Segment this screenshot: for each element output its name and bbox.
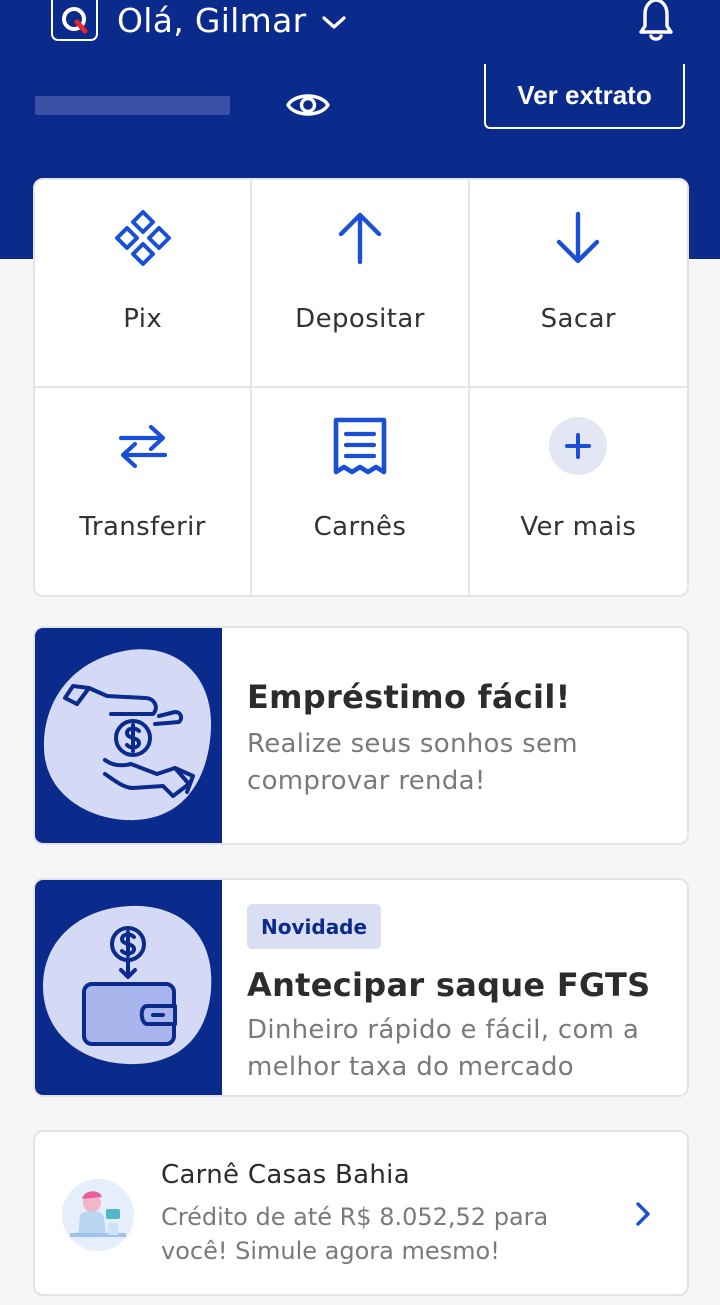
- carne-offer-card[interactable]: Carnê Casas Bahia Crédito de até R$ 8.05…: [33, 1130, 689, 1296]
- arrow-up-icon: [328, 206, 392, 270]
- action-label: Pix: [123, 304, 163, 334]
- action-transfer[interactable]: Transferir: [35, 387, 253, 595]
- quick-actions-grid: Pix Depositar Sacar Transferir Carnês Ve…: [33, 178, 689, 597]
- arrow-down-icon: [546, 206, 610, 270]
- pix-icon: [111, 206, 175, 270]
- action-see-more[interactable]: Ver mais: [470, 388, 687, 596]
- promo-description: Dinheiro rápido e fácil, com a melhor ta…: [247, 1015, 640, 1082]
- view-statement-button[interactable]: Ver extrato: [484, 64, 685, 129]
- action-withdraw[interactable]: Sacar: [469, 180, 687, 388]
- hidden-balance: [35, 96, 230, 115]
- hands-coin-icon: [35, 628, 222, 843]
- loan-promo-card[interactable]: Empréstimo fácil! Realize seus sonhos se…: [33, 626, 689, 845]
- fgts-promo-card[interactable]: Novidade Antecipar saque FGTS Dinheiro r…: [33, 878, 689, 1097]
- promo-title: Antecipar saque FGTS: [247, 966, 651, 1004]
- action-carnes[interactable]: Carnês: [252, 387, 470, 595]
- action-deposit[interactable]: Depositar: [252, 180, 470, 388]
- app-logo: [51, 0, 98, 41]
- offer-title: Carnê Casas Bahia: [161, 1160, 410, 1190]
- carne-illustration: [62, 1179, 134, 1251]
- offer-description: Crédito de até R$ 8.052,52 para você! Si…: [161, 1203, 549, 1265]
- chevron-right-icon[interactable]: [630, 1198, 656, 1230]
- action-label: Carnês: [313, 511, 407, 542]
- action-label: Ver mais: [520, 511, 637, 542]
- bell-icon[interactable]: [630, 0, 682, 42]
- promo-title: Empréstimo fácil!: [247, 678, 571, 716]
- action-label: Transferir: [79, 511, 206, 542]
- greeting-text: Olá, Gilmar: [117, 0, 307, 40]
- account-switcher[interactable]: Olá, Gilmar: [117, 0, 347, 41]
- eye-icon[interactable]: [284, 84, 332, 126]
- action-label: Depositar: [295, 304, 425, 334]
- new-badge: Novidade: [247, 904, 382, 949]
- chevron-down-icon: [321, 1, 347, 40]
- plus-icon: [546, 414, 610, 478]
- receipt-icon: [328, 414, 392, 478]
- wallet-coin-icon: [35, 880, 222, 1095]
- promo-description: Realize seus sonhos sem comprovar renda!: [247, 729, 578, 796]
- transfer-arrows-icon: [111, 414, 175, 478]
- action-label: Sacar: [540, 304, 616, 334]
- action-pix[interactable]: Pix: [35, 180, 253, 388]
